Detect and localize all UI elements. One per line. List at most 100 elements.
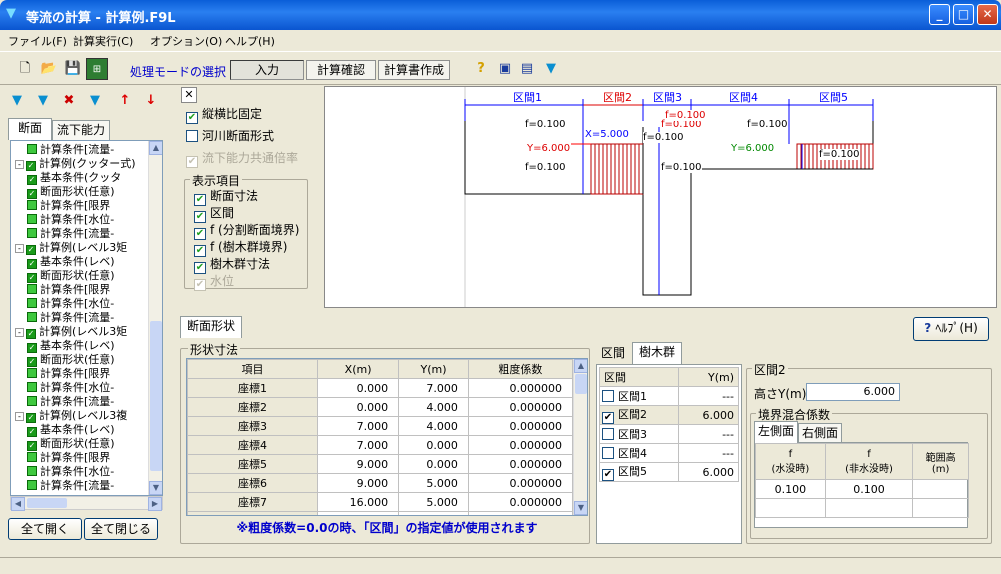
expand-all-button[interactable]: 全て開く (8, 518, 82, 540)
minimize-button[interactable]: _ (929, 4, 950, 25)
table-cell[interactable]: 16.000 (316, 492, 400, 512)
table-cell[interactable]: 5.000 (398, 492, 469, 512)
move-up-icon[interactable]: ↑ (114, 90, 136, 112)
table-cell[interactable]: 9.000 (316, 454, 400, 474)
option-checkbox[interactable]: ✔ 縦横比固定 (186, 106, 262, 124)
tree-node[interactable]: 計算条件[限界 (27, 451, 110, 465)
tab-tree-group[interactable]: 樹木群 (632, 342, 682, 364)
table-cell[interactable]: 5.000 (398, 473, 469, 493)
move-down-icon[interactable]: ↓ (140, 90, 162, 112)
collapse-icon[interactable]: - (15, 160, 24, 169)
scroll-right-icon[interactable]: ▶ (148, 497, 162, 511)
table-vscroll[interactable]: ▲ ▼ (573, 359, 587, 515)
table-row[interactable]: 座標2 0.000 4.000 0.000000 (187, 397, 574, 417)
new-file-icon[interactable]: 🗋 (14, 58, 36, 80)
tree-node[interactable]: ✓ 基本条件(レベ) (27, 255, 115, 269)
tree-node[interactable]: - ✓ 計算例(レベル3矩 (15, 325, 127, 339)
section-row[interactable]: 区間1 --- (599, 386, 740, 406)
table-row[interactable]: 座標6 9.000 5.000 0.000000 (187, 473, 574, 493)
display-checkbox[interactable]: ✔ 水位 (194, 273, 234, 291)
table-row[interactable]: 座標4 7.000 0.000 0.000000 (187, 435, 574, 455)
table-cell[interactable]: 0.000000 (467, 492, 574, 512)
section-row[interactable]: ✔ 区間5 6.000 (599, 462, 740, 482)
display-checkbox[interactable]: ✔ f (樹木群境界) (194, 239, 287, 257)
boundary-cell[interactable]: 0.100 (755, 479, 826, 499)
tab-sections[interactable]: 区間 (596, 344, 630, 364)
table-row[interactable]: 座標3 7.000 4.000 0.000000 (187, 416, 574, 436)
boundary-cell[interactable]: 0.100 (824, 479, 914, 499)
checkbox-icon[interactable] (602, 428, 614, 440)
table-cell[interactable]: 0.000 (316, 397, 400, 417)
table-cell[interactable]: 7.000 (316, 416, 400, 436)
menu-calc[interactable]: 計算実行(C) (73, 33, 133, 49)
horizontal-scrollbar[interactable]: ◀ ▶ (10, 496, 163, 511)
section-row[interactable]: 区間3 --- (599, 424, 740, 444)
open-folder-icon[interactable]: 📂 (38, 58, 60, 80)
collapse-icon[interactable]: - (15, 328, 24, 337)
checkbox-icon[interactable] (602, 447, 614, 459)
tree-node[interactable]: 計算条件[流量- (27, 395, 114, 409)
option-checkbox[interactable]: ✔ 流下能力共通倍率 (186, 150, 298, 168)
tab-section[interactable]: 断面 (8, 118, 52, 140)
tab-shape[interactable]: 断面形状 (180, 316, 242, 338)
tree-node[interactable]: 計算条件[水位- (27, 213, 114, 227)
table-row[interactable]: 座標5 9.000 0.000 0.000000 (187, 454, 574, 474)
water-icon[interactable]: ▼ (540, 58, 562, 80)
tree-vscroll[interactable]: ▲ ▼ (148, 141, 162, 495)
copy-icon[interactable]: ▼ (84, 90, 106, 112)
boundary-cell[interactable] (912, 479, 969, 499)
tree-node[interactable]: - ✓ 計算例(レベル3矩 (15, 241, 127, 255)
tree-node[interactable]: 計算条件[流量- (27, 311, 114, 325)
menu-file[interactable]: ファイル(F) (8, 33, 67, 49)
section-row[interactable]: 区間4 --- (599, 443, 740, 463)
add-icon[interactable]: ▼ (6, 90, 28, 112)
tab-capacity[interactable]: 流下能力 (52, 120, 110, 140)
tree-node[interactable]: ✓ 断面形状(任意) (27, 269, 115, 283)
table-cell[interactable]: 0.000 (316, 378, 400, 398)
checkbox-icon[interactable] (602, 390, 614, 402)
table-cell[interactable]: 0.000 (398, 454, 469, 474)
tree-scroll-down-icon[interactable]: ▼ (149, 481, 162, 495)
display-checkbox[interactable]: ✔ 断面寸法 (194, 188, 258, 206)
table-cell[interactable]: 0.000000 (467, 454, 574, 474)
manual-icon[interactable]: ▣ (494, 58, 516, 80)
close-button[interactable]: ✕ (977, 4, 998, 25)
table-cell[interactable]: 16.000 (316, 511, 400, 515)
mode-report-button[interactable]: 計算書作成 (378, 60, 450, 80)
table-cell[interactable]: 4.000 (398, 416, 469, 436)
collapse-icon[interactable]: - (15, 412, 24, 421)
table-cell[interactable]: 7.000 (398, 511, 469, 515)
tree-node[interactable]: 計算条件[流量- (27, 479, 114, 493)
height-input[interactable]: 6.000 (806, 383, 900, 401)
menu-help[interactable]: ヘルプ(H) (225, 33, 275, 49)
tree-node[interactable]: 計算条件[限界 (27, 367, 110, 381)
help-icon[interactable]: ? (470, 58, 492, 80)
checkbox-icon[interactable]: ✔ (602, 412, 614, 424)
tree-node[interactable]: ✓ 基本条件(レベ) (27, 339, 115, 353)
table-cell[interactable] (467, 511, 574, 515)
card-icon[interactable]: ▤ (516, 58, 538, 80)
display-checkbox[interactable]: ✔ 樹木群寸法 (194, 256, 270, 274)
help-button[interactable]: ? ﾍﾙﾌﾟ(H) (913, 317, 989, 341)
table-cell[interactable]: 9.000 (316, 473, 400, 493)
checkbox-icon[interactable]: ✔ (602, 469, 614, 481)
tree-node[interactable]: 計算条件[限界 (27, 283, 110, 297)
edit-icon[interactable]: ▼ (32, 90, 54, 112)
section-row[interactable]: ✔ 区間2 6.000 (599, 405, 740, 425)
tab-right-side[interactable]: 右側面 (798, 423, 842, 443)
mode-input-button[interactable]: 入力 (230, 60, 304, 80)
option-checkbox[interactable]: 河川断面形式 (186, 128, 274, 144)
tree-node[interactable]: 計算条件[水位- (27, 381, 114, 395)
table-row[interactable]: 座標7 16.000 5.000 0.000000 (187, 492, 574, 512)
tree-scroll-up-icon[interactable]: ▲ (149, 141, 162, 155)
delete-icon[interactable]: ✖ (58, 90, 80, 112)
tree-node[interactable]: ✓ 基本条件(クッタ (27, 171, 121, 185)
table-scroll-up-icon[interactable]: ▲ (574, 359, 587, 373)
tree-node[interactable]: 計算条件[水位- (27, 465, 114, 479)
table-cell[interactable]: 7.000 (316, 435, 400, 455)
table-cell[interactable]: 0.000000 (467, 435, 574, 455)
table-cell[interactable]: 7.000 (398, 378, 469, 398)
table-row[interactable]: 座標816.0007.000 (187, 511, 574, 515)
collapse-all-button[interactable]: 全て閉じる (84, 518, 158, 540)
menu-options[interactable]: オプション(O) (150, 33, 222, 49)
